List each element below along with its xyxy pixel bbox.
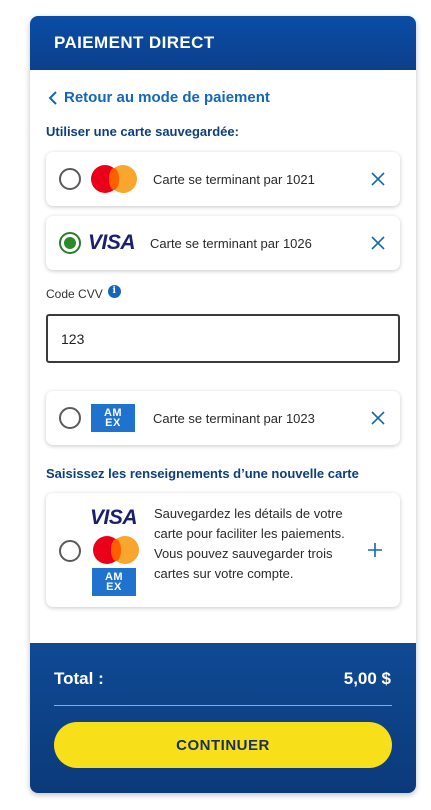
mastercard-logo-icon (93, 536, 139, 564)
new-card-heading: Saisissez les renseignements d’une nouve… (46, 466, 359, 481)
amex-logo-icon: AM EX (91, 404, 135, 432)
checkout-footer: Total : 5,00 $ CONTINUER (30, 643, 416, 793)
visa-logo-icon: VISA (90, 506, 138, 529)
saved-cards-heading: Utiliser une carte sauvegardée: (46, 124, 239, 139)
radio-card-1021[interactable] (59, 168, 81, 190)
remove-card-1026-close-icon[interactable] (370, 235, 386, 251)
panel-header: PAIEMENT DIRECT (30, 16, 416, 70)
cvv-input[interactable] (46, 314, 400, 363)
saved-card-1021[interactable]: Carte se terminant par 1021 (46, 152, 400, 206)
remove-card-1023-close-icon[interactable] (370, 410, 386, 426)
remove-card-1021-close-icon[interactable] (370, 171, 386, 187)
radio-new-card[interactable] (59, 540, 81, 562)
new-card-option[interactable]: VISA AM EX Sauvegardez les détails de vo… (46, 493, 400, 607)
saved-card-1026[interactable]: VISA Carte se terminant par 1026 (46, 216, 400, 270)
back-to-payment-method-link[interactable]: Retour au mode de paiement (48, 89, 270, 106)
card-1026-label: Carte se terminant par 1026 (150, 235, 312, 251)
panel-title: PAIEMENT DIRECT (54, 33, 215, 52)
footer-divider (54, 705, 392, 706)
new-card-description: Sauvegardez les détails de votre carte p… (154, 506, 345, 581)
cvv-label-text: Code CVV (46, 287, 103, 301)
radio-card-1023[interactable] (59, 407, 81, 429)
cvv-label: Code CVV i (46, 284, 121, 301)
visa-logo-icon: VISA (88, 231, 136, 254)
total-value: 5,00 $ (343, 669, 391, 688)
payment-panel: PAIEMENT DIRECT Retour au mode de paieme… (30, 16, 416, 793)
radio-card-1026[interactable] (59, 232, 81, 254)
saved-card-1023[interactable]: AM EX Carte se terminant par 1023 (46, 391, 400, 445)
info-icon[interactable]: i (107, 284, 121, 298)
mastercard-logo-icon (91, 165, 137, 193)
amex-logo-icon: AM EX (92, 568, 136, 596)
back-link-label: Retour au mode de paiement (64, 89, 270, 106)
total-label: Total : (54, 669, 104, 688)
continue-button[interactable]: CONTINUER (54, 722, 392, 768)
card-1023-label: Carte se terminant par 1023 (153, 410, 315, 426)
card-1021-label: Carte se terminant par 1021 (153, 171, 315, 187)
chevron-left-icon (48, 90, 57, 105)
add-card-plus-icon[interactable] (368, 543, 382, 557)
